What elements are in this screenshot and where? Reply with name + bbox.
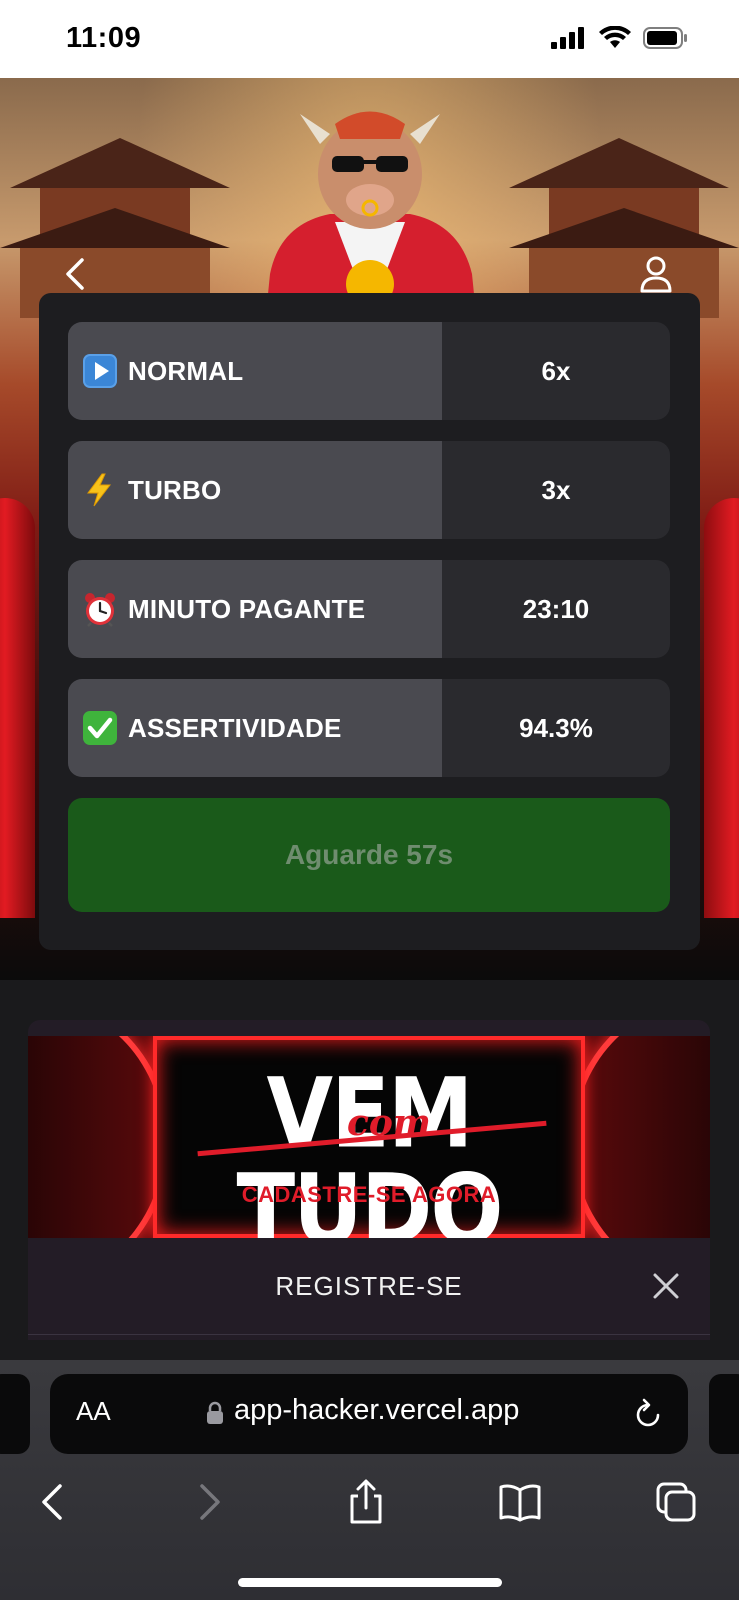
neon-ring-left	[28, 1036, 170, 1238]
row-label: MINUTO PAGANTE	[128, 593, 366, 624]
cellular-signal-icon	[551, 27, 584, 49]
browser-back-icon[interactable]	[30, 1478, 74, 1526]
text-size-button[interactable]: AA	[76, 1396, 111, 1427]
temple-illustration-right	[509, 138, 739, 318]
row-label-cell: TURBO	[68, 441, 442, 539]
status-bar: 11:09	[0, 0, 739, 78]
next-tab-preview[interactable]	[709, 1374, 739, 1454]
row-label: ASSERTIVIDADE	[128, 712, 342, 743]
url-text[interactable]: app-hacker.vercel.app	[234, 1394, 519, 1427]
share-icon[interactable]	[344, 1478, 388, 1526]
status-icons	[551, 26, 689, 50]
tabs-icon[interactable]	[654, 1478, 698, 1526]
signal-card: NORMAL 6x TURBO 3x MINUTO PAGANTE 23:10 …	[39, 293, 700, 950]
wait-countdown-button[interactable]: Aguarde 57s	[68, 798, 670, 912]
row-label: NORMAL	[128, 355, 244, 386]
promo-panel: VEM TUDO com CADASTRE-SE AGORA REGISTRE-…	[28, 1020, 710, 1340]
row-label-cell: NORMAL	[68, 322, 442, 420]
browser-nav-row	[0, 1478, 739, 1538]
register-bar: REGISTRE-SE	[28, 1238, 710, 1335]
reload-icon[interactable]	[632, 1396, 664, 1430]
banner-frame: VEM TUDO com CADASTRE-SE AGORA	[153, 1036, 585, 1238]
home-indicator	[238, 1578, 502, 1587]
row-value: 94.3%	[519, 712, 593, 743]
browser-forward-icon[interactable]	[188, 1478, 232, 1526]
row-normal: NORMAL 6x	[68, 322, 670, 420]
battery-icon	[643, 27, 687, 49]
banner-overlay-word: com	[347, 1102, 432, 1144]
bookmarks-icon[interactable]	[498, 1478, 542, 1526]
browser-toolbar: AA app-hacker.vercel.app	[0, 1360, 739, 1600]
play-button-icon	[82, 353, 118, 389]
temple-illustration-left	[0, 138, 230, 318]
lightning-icon	[82, 472, 118, 508]
user-profile-icon[interactable]	[639, 254, 673, 294]
row-value: 3x	[541, 474, 571, 505]
address-bar[interactable]: AA app-hacker.vercel.app	[50, 1374, 688, 1454]
promo-banner-image[interactable]: VEM TUDO com CADASTRE-SE AGORA	[28, 1036, 710, 1238]
red-pillar-right	[704, 498, 739, 918]
close-icon[interactable]	[652, 1272, 680, 1300]
back-chevron-icon[interactable]	[60, 254, 90, 294]
status-time: 11:09	[66, 22, 142, 54]
neon-ring-right	[568, 1036, 710, 1238]
row-label-cell: MINUTO PAGANTE	[68, 560, 442, 658]
previous-tab-preview[interactable]	[0, 1374, 30, 1454]
alarm-clock-icon	[82, 591, 118, 627]
lock-icon	[207, 1401, 223, 1424]
register-title[interactable]: REGISTRE-SE	[28, 1238, 710, 1334]
wifi-icon	[599, 26, 631, 48]
row-label-cell: ASSERTIVIDADE	[68, 679, 442, 777]
text-size-label: AA	[76, 1396, 111, 1426]
row-turbo: TURBO 3x	[68, 441, 670, 539]
row-value: 23:10	[522, 593, 590, 624]
red-pillar-left	[0, 498, 35, 918]
hero-background: NORMAL 6x TURBO 3x MINUTO PAGANTE 23:10 …	[0, 78, 739, 980]
row-assertividade: ASSERTIVIDADE 94.3%	[68, 679, 670, 777]
row-value: 6x	[541, 355, 571, 386]
row-minuto-pagante: MINUTO PAGANTE 23:10	[68, 560, 670, 658]
row-label: TURBO	[128, 474, 222, 505]
banner-subline: CADASTRE-SE AGORA	[241, 1182, 497, 1207]
check-mark-icon	[82, 710, 118, 746]
